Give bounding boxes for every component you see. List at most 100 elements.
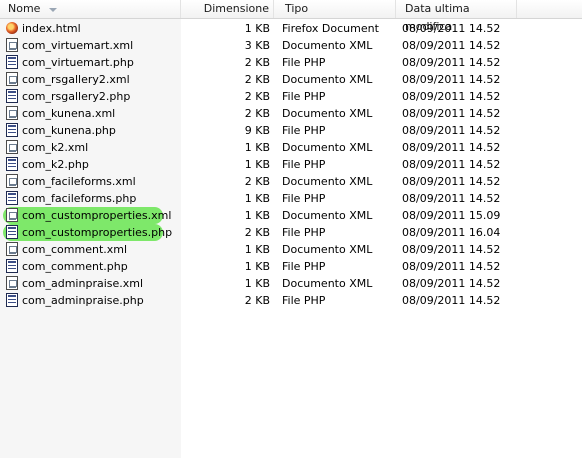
file-row[interactable]: com_customproperties.xml 1 KB Documento XM… — [0, 207, 582, 224]
file-row[interactable]: com_virtuemart.php 2 KB File PHP 08/09/2011… — [0, 54, 582, 71]
file-list: index.html 1 KB Firefox Document 08/09/2011… — [0, 20, 582, 309]
file-row[interactable]: com_facileforms.php 1 KB File PHP 08/09/201… — [0, 190, 582, 207]
file-name: com_adminpraise.php — [22, 294, 144, 307]
file-name: com_facileforms.php — [22, 192, 137, 205]
file-size: 2 KB — [244, 175, 270, 188]
file-row[interactable]: com_customproperties.php 2 KB File PHP 08/0… — [0, 224, 582, 241]
file-size: 2 KB — [244, 56, 270, 69]
php-file-icon — [6, 259, 18, 273]
file-date-modified: 08/09/2011 14.52 — [402, 90, 501, 103]
column-header-name[interactable]: Nome — [0, 0, 181, 18]
php-file-icon — [6, 191, 18, 205]
file-name: com_k2.xml — [22, 141, 89, 154]
file-type: File PHP — [282, 90, 326, 103]
sort-descending-icon[interactable] — [49, 8, 57, 12]
file-size: 1 KB — [244, 209, 270, 222]
php-file-icon — [6, 293, 18, 307]
file-date-modified: 08/09/2011 14.52 — [402, 22, 501, 35]
file-date-modified: 08/09/2011 14.52 — [402, 260, 501, 273]
file-name: com_virtuemart.xml — [22, 39, 134, 52]
file-name: index.html — [22, 22, 81, 35]
file-row[interactable]: com_kunena.php 9 KB File PHP 08/09/2011 14.… — [0, 122, 582, 139]
xml-file-icon — [6, 140, 18, 154]
file-type: Documento XML — [282, 243, 373, 256]
file-type: Documento XML — [282, 107, 373, 120]
file-type: File PHP — [282, 294, 326, 307]
file-row[interactable]: com_rsgallery2.php 2 KB File PHP 08/09/2011… — [0, 88, 582, 105]
file-size: 1 KB — [244, 243, 270, 256]
column-header-bar: Nome Dimensione Tipo Data ultima modific… — [0, 0, 582, 33]
file-size: 9 KB — [244, 124, 270, 137]
file-date-modified: 08/09/2011 14.52 — [402, 277, 501, 290]
php-file-icon — [6, 225, 18, 239]
file-size: 1 KB — [244, 158, 270, 171]
column-header-size[interactable]: Dimensione — [181, 0, 274, 18]
file-row[interactable]: com_adminpraise.xml 1 KB Documento XML 08/0… — [0, 275, 582, 292]
column-header-type[interactable]: Tipo — [274, 0, 396, 18]
file-type: Documento XML — [282, 141, 373, 154]
file-type: Documento XML — [282, 39, 373, 52]
file-row[interactable]: com_comment.xml 1 KB Documento XML 08/09/20… — [0, 241, 582, 258]
file-date-modified: 08/09/2011 14.52 — [402, 158, 501, 171]
file-size: 1 KB — [244, 22, 270, 35]
file-date-modified: 08/09/2011 14.52 — [402, 107, 501, 120]
file-date-modified: 08/09/2011 14.52 — [402, 73, 501, 86]
file-row[interactable]: com_k2.php 1 KB File PHP 08/09/2011 14.52 — [0, 156, 582, 173]
file-size: 2 KB — [244, 294, 270, 307]
file-row[interactable]: com_comment.php 1 KB File PHP 08/09/2011 14… — [0, 258, 582, 275]
file-date-modified: 08/09/2011 14.52 — [402, 243, 501, 256]
xml-file-icon — [6, 174, 18, 188]
file-name: com_rsgallery2.php — [22, 90, 131, 103]
file-size: 1 KB — [244, 141, 270, 154]
file-name: com_k2.php — [22, 158, 89, 171]
file-date-modified: 08/09/2011 15.09 — [402, 209, 501, 222]
file-name: com_comment.xml — [22, 243, 128, 256]
file-row[interactable]: com_virtuemart.xml 3 KB Documento XML 08/09… — [0, 37, 582, 54]
file-size: 2 KB — [244, 226, 270, 239]
xml-file-icon — [6, 208, 18, 222]
file-date-modified: 08/09/2011 14.52 — [402, 141, 501, 154]
php-file-icon — [6, 55, 18, 69]
file-type: File PHP — [282, 56, 326, 69]
file-name: com_adminpraise.xml — [22, 277, 144, 290]
file-size: 3 KB — [244, 39, 270, 52]
php-file-icon — [6, 157, 18, 171]
file-row[interactable]: index.html 1 KB Firefox Document 08/09/2011… — [0, 20, 582, 37]
php-file-icon — [6, 123, 18, 137]
file-date-modified: 08/09/2011 14.52 — [402, 56, 501, 69]
file-date-modified: 08/09/2011 14.52 — [402, 192, 501, 205]
file-type: File PHP — [282, 124, 326, 137]
file-size: 2 KB — [244, 90, 270, 103]
file-type: File PHP — [282, 192, 326, 205]
file-size: 2 KB — [244, 73, 270, 86]
file-name: com_facileforms.xml — [22, 175, 136, 188]
column-header-date-modified[interactable]: Data ultima modifica — [396, 0, 517, 33]
file-type: Documento XML — [282, 209, 373, 222]
file-type: File PHP — [282, 226, 326, 239]
file-row[interactable]: com_kunena.xml 2 KB Documento XML 08/09/201… — [0, 105, 582, 122]
file-name: com_kunena.xml — [22, 107, 116, 120]
file-name: com_comment.php — [22, 260, 128, 273]
file-row[interactable]: com_rsgallery2.xml 2 KB Documento XML 08/09… — [0, 71, 582, 88]
file-name: com_customproperties.xml — [22, 209, 172, 222]
file-name: com_rsgallery2.xml — [22, 73, 130, 86]
file-row[interactable]: com_k2.xml 1 KB Documento XML 08/09/2011 14… — [0, 139, 582, 156]
php-file-icon — [6, 89, 18, 103]
file-size: 1 KB — [244, 192, 270, 205]
file-name: com_customproperties.php — [22, 226, 173, 239]
file-size: 2 KB — [244, 107, 270, 120]
file-row[interactable]: com_facileforms.xml 2 KB Documento XML 08/0… — [0, 173, 582, 190]
xml-file-icon — [6, 72, 18, 86]
xml-file-icon — [6, 276, 18, 290]
firefox-html-icon — [6, 22, 18, 34]
file-type: File PHP — [282, 158, 326, 171]
xml-file-icon — [6, 38, 18, 52]
xml-file-icon — [6, 242, 18, 256]
file-type: File PHP — [282, 260, 326, 273]
file-type: Documento XML — [282, 175, 373, 188]
file-row[interactable]: com_adminpraise.php 2 KB File PHP 08/09/201… — [0, 292, 582, 309]
file-date-modified: 08/09/2011 14.52 — [402, 294, 501, 307]
file-date-modified: 08/09/2011 14.52 — [402, 124, 501, 137]
file-name: com_virtuemart.php — [22, 56, 134, 69]
file-type: Firefox Document — [282, 22, 379, 35]
